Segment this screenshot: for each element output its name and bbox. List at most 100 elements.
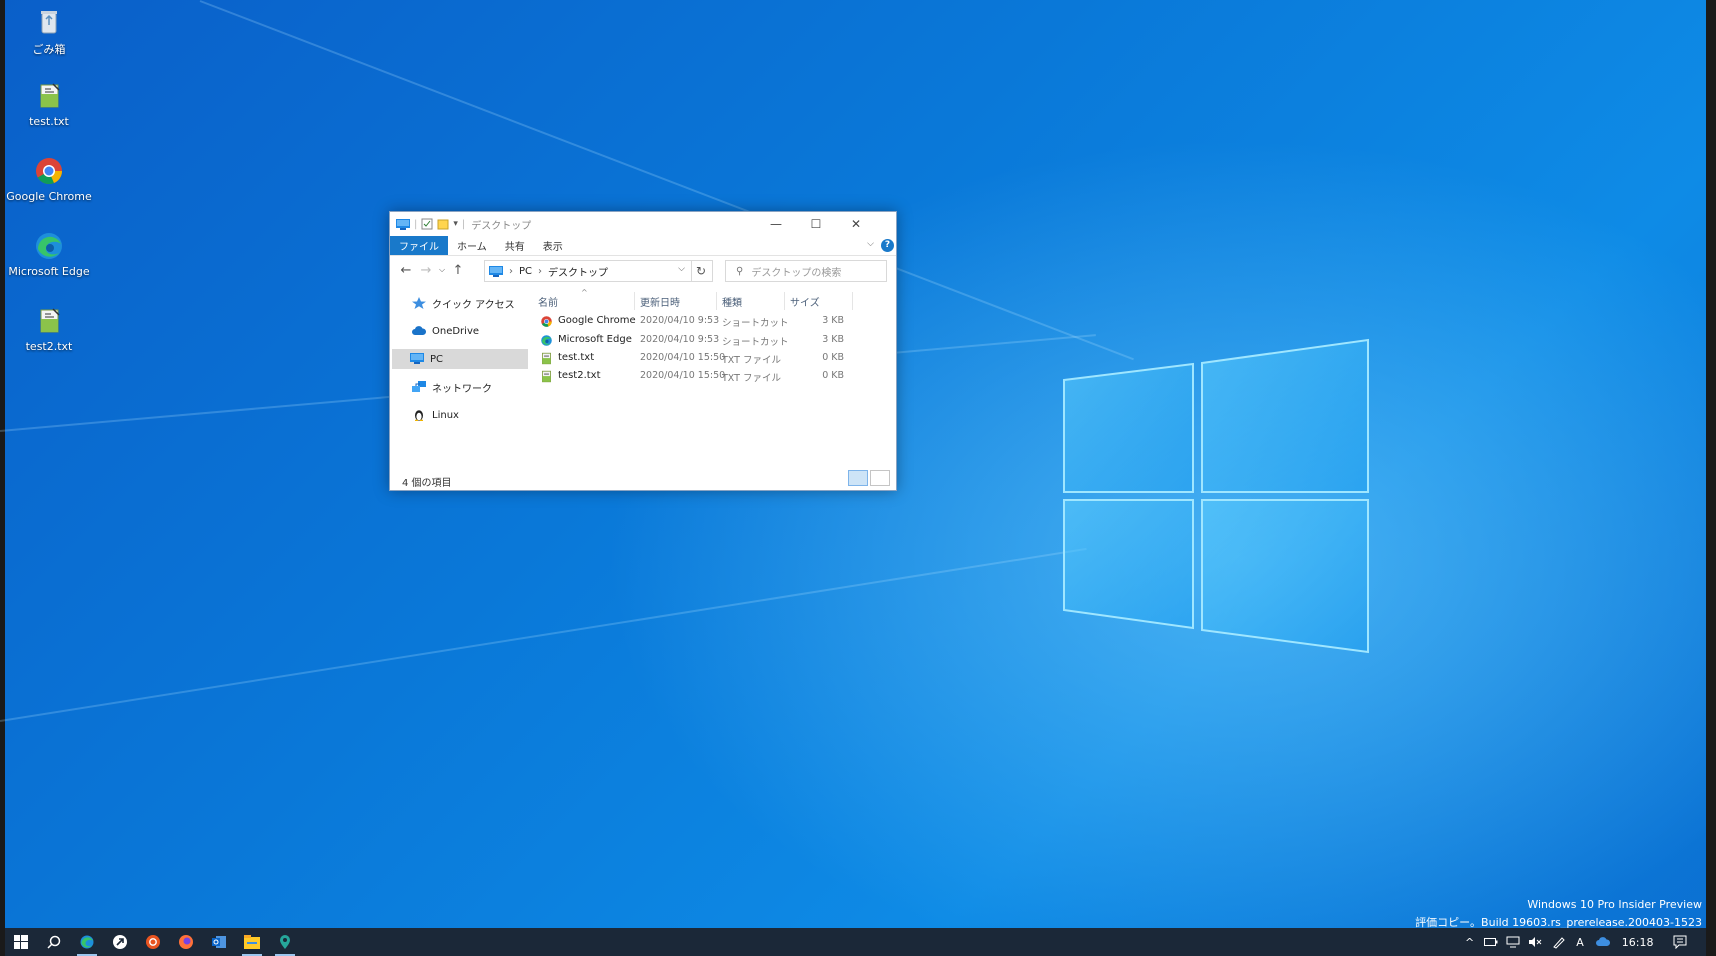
- close-button[interactable]: ✕: [836, 212, 876, 236]
- nav-item-label: PC: [430, 353, 444, 365]
- maximize-button[interactable]: ☐: [796, 212, 836, 236]
- star-icon: [412, 297, 426, 309]
- onedrive-tray-icon[interactable]: [1595, 937, 1610, 947]
- desktop: ごみ箱 test.txt Google Chrome Microsoft Edg…: [0, 0, 1716, 956]
- search-icon[interactable]: [38, 928, 70, 956]
- edge-icon[interactable]: [71, 928, 103, 956]
- breadcrumb-pc[interactable]: PC: [519, 266, 532, 277]
- action-center-icon[interactable]: [1673, 935, 1687, 949]
- text-file-icon: [542, 352, 551, 365]
- desktop-icon-label: Google Chrome: [6, 190, 92, 203]
- file-row[interactable]: test.txt 2020/04/10 15:50 TXT ファイル 0 KB: [534, 350, 892, 367]
- computer-icon: [410, 353, 424, 364]
- navigation-pane: クイック アクセス OneDrive PC ネットワーク Linux: [390, 290, 530, 460]
- breadcrumb-separator: ›: [509, 265, 513, 277]
- start-icon[interactable]: [5, 928, 37, 956]
- network-status-icon[interactable]: [1506, 936, 1520, 948]
- maps-icon[interactable]: [269, 928, 301, 956]
- column-divider[interactable]: [634, 292, 635, 310]
- window-title: デスクトップ: [471, 220, 532, 232]
- desktop-icon-test2-txt[interactable]: test2.txt: [4, 305, 94, 353]
- nav-item-pc[interactable]: PC: [392, 349, 528, 369]
- nav-item-linux[interactable]: Linux: [392, 405, 528, 425]
- file-size: 0 KB: [822, 370, 844, 381]
- file-name: test2.txt: [558, 370, 601, 381]
- breadcrumb-desktop[interactable]: デスクトップ: [548, 264, 608, 279]
- nav-item-quick-access[interactable]: クイック アクセス: [392, 293, 528, 313]
- tab-file[interactable]: ファイル: [390, 236, 448, 255]
- nav-item-label: Linux: [432, 409, 459, 421]
- outlook-icon[interactable]: [203, 928, 235, 956]
- file-date: 2020/04/10 15:50: [640, 352, 726, 363]
- clock[interactable]: 16:18: [1622, 936, 1654, 949]
- ubuntu-icon[interactable]: [137, 928, 169, 956]
- desktop-icon-recycle-bin[interactable]: ごみ箱: [4, 6, 94, 57]
- refresh-button[interactable]: ↻: [690, 260, 713, 282]
- file-row[interactable]: Microsoft Edge 2020/04/10 9:53 ショートカット 3…: [534, 332, 892, 349]
- show-hidden-icons-icon[interactable]: ^: [1465, 936, 1474, 949]
- search-placeholder: デスクトップの検索: [751, 267, 842, 279]
- file-list: ^ 名前 更新日時 種類 サイズ Google Chrome 2020/04/1…: [534, 288, 892, 460]
- view-switcher: [848, 470, 890, 486]
- column-header-date[interactable]: 更新日時: [640, 294, 680, 310]
- properties-icon[interactable]: [421, 218, 433, 230]
- nav-item-label: ネットワーク: [432, 383, 492, 395]
- column-header-type[interactable]: 種類: [722, 294, 742, 310]
- forward-arrow-icon[interactable]: →: [416, 263, 436, 278]
- desktop-icon-test-txt[interactable]: test.txt: [4, 80, 94, 128]
- desktop-icon-label: Microsoft Edge: [8, 265, 90, 278]
- edge-icon: [541, 335, 552, 346]
- computer-icon: [489, 265, 503, 277]
- address-dropdown-icon[interactable]: ⌵: [678, 264, 685, 274]
- minimize-button[interactable]: —: [756, 212, 796, 236]
- column-header-name[interactable]: ^ 名前: [538, 288, 588, 310]
- navigation-bar: ← → ⌵ ↑ › PC › デスクトップ ⌵ ↻ ⚲ デスクトップの検索: [390, 256, 896, 284]
- chrome-icon: [541, 316, 552, 327]
- screen-edge-left: [0, 0, 5, 956]
- window-app-icon: [396, 218, 410, 230]
- battery-icon[interactable]: [1484, 937, 1498, 947]
- file-explorer-icon[interactable]: [236, 928, 268, 956]
- tab-home[interactable]: ホーム: [448, 236, 496, 255]
- firefox-icon[interactable]: [170, 928, 202, 956]
- text-file-icon: [33, 80, 65, 112]
- column-divider[interactable]: [784, 292, 785, 310]
- file-row[interactable]: Google Chrome 2020/04/10 9:53 ショートカット 3 …: [534, 313, 892, 330]
- text-file-icon: [33, 305, 65, 337]
- up-arrow-icon[interactable]: ↑: [448, 263, 468, 278]
- back-arrow-icon[interactable]: ←: [396, 263, 416, 278]
- desktop-icon-label: test2.txt: [25, 340, 73, 353]
- file-name: test.txt: [558, 352, 595, 363]
- expand-ribbon-icon[interactable]: ⌵: [867, 239, 874, 249]
- windows-logo: [1063, 338, 1369, 654]
- help-button[interactable]: ?: [881, 239, 894, 252]
- customize-qat-icon[interactable]: ▾: [453, 219, 458, 229]
- tab-view[interactable]: 表示: [534, 236, 572, 255]
- column-header-size[interactable]: サイズ: [790, 294, 820, 310]
- ime-mode-icon[interactable]: A: [1576, 936, 1584, 949]
- new-folder-icon[interactable]: [437, 218, 449, 230]
- app-icon[interactable]: [104, 928, 136, 956]
- large-icons-view-button[interactable]: [870, 470, 890, 486]
- cloud-icon: [412, 326, 426, 335]
- file-name: Microsoft Edge: [558, 334, 632, 345]
- search-box[interactable]: ⚲ デスクトップの検索: [725, 260, 887, 282]
- column-divider[interactable]: [852, 292, 853, 310]
- desktop-icon-google-chrome[interactable]: Google Chrome: [4, 155, 94, 203]
- file-date: 2020/04/10 9:53: [640, 334, 720, 345]
- column-divider[interactable]: [716, 292, 717, 310]
- file-row[interactable]: test2.txt 2020/04/10 15:50 TXT ファイル 0 KB: [534, 368, 892, 385]
- details-view-button[interactable]: [848, 470, 868, 486]
- tab-share[interactable]: 共有: [496, 236, 534, 255]
- title-bar[interactable]: | ▾ | デスクトップ — ☐ ✕: [390, 212, 896, 236]
- pen-icon[interactable]: [1552, 935, 1566, 949]
- file-date: 2020/04/10 9:53: [640, 315, 720, 326]
- nav-item-onedrive[interactable]: OneDrive: [392, 321, 528, 341]
- recent-locations-icon[interactable]: ⌵: [436, 265, 448, 275]
- volume-muted-icon[interactable]: [1528, 936, 1542, 948]
- screen-edge-right: [1706, 0, 1716, 956]
- file-size: 3 KB: [822, 334, 844, 345]
- desktop-icon-microsoft-edge[interactable]: Microsoft Edge: [4, 230, 94, 278]
- nav-item-network[interactable]: ネットワーク: [392, 377, 528, 397]
- address-bar[interactable]: › PC › デスクトップ ⌵: [484, 260, 692, 282]
